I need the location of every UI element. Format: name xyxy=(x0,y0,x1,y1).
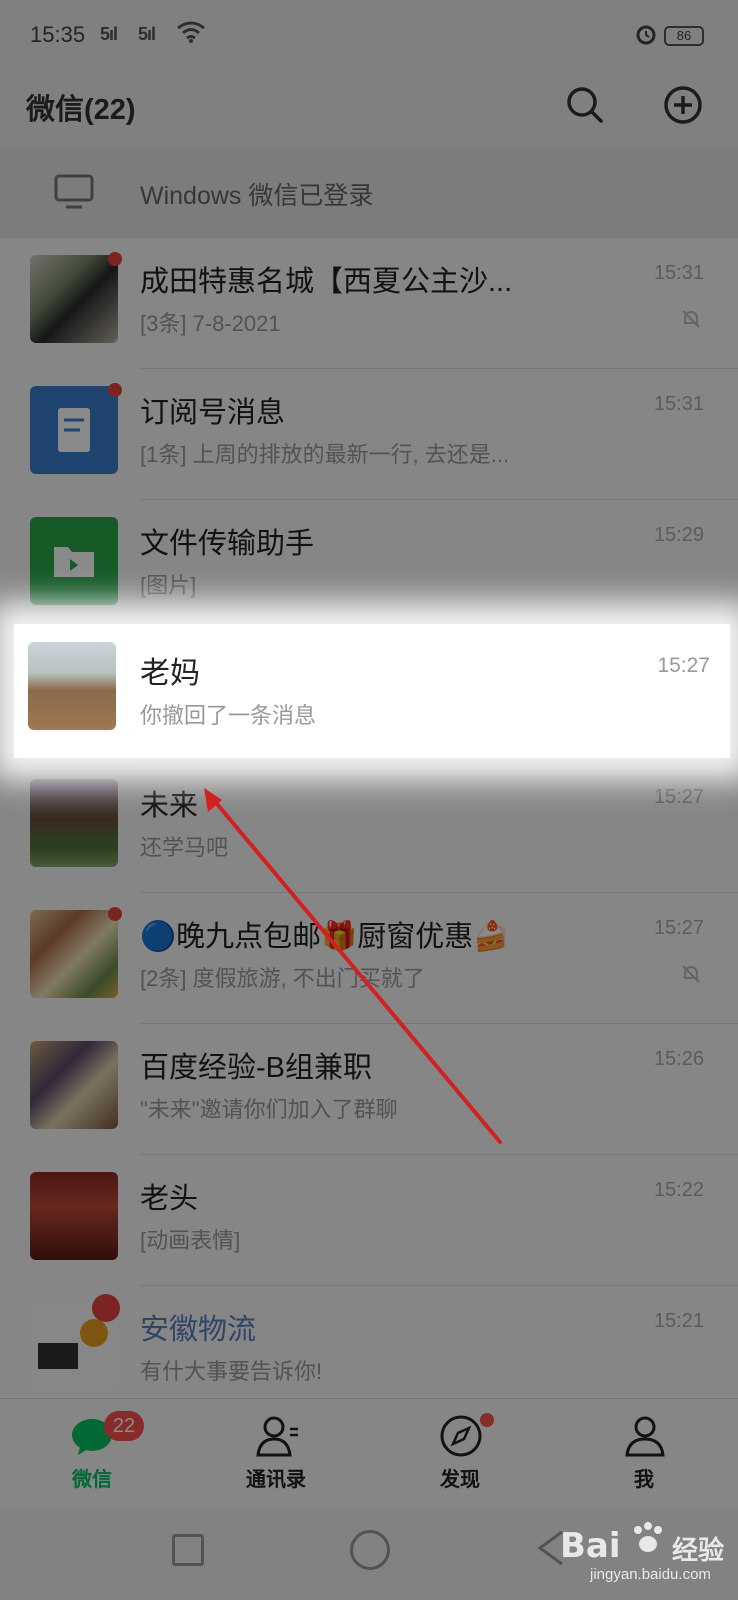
watermark-url: jingyan.baidu.com xyxy=(590,1566,711,1583)
annotation-arrow xyxy=(204,788,502,1144)
paw-icon xyxy=(634,1522,662,1552)
baidu-watermark: Bai 经验 jingyan.baidu.com xyxy=(560,1510,730,1586)
watermark-suffix: 经验 xyxy=(672,1535,725,1565)
watermark-brand: Bai xyxy=(560,1526,621,1566)
